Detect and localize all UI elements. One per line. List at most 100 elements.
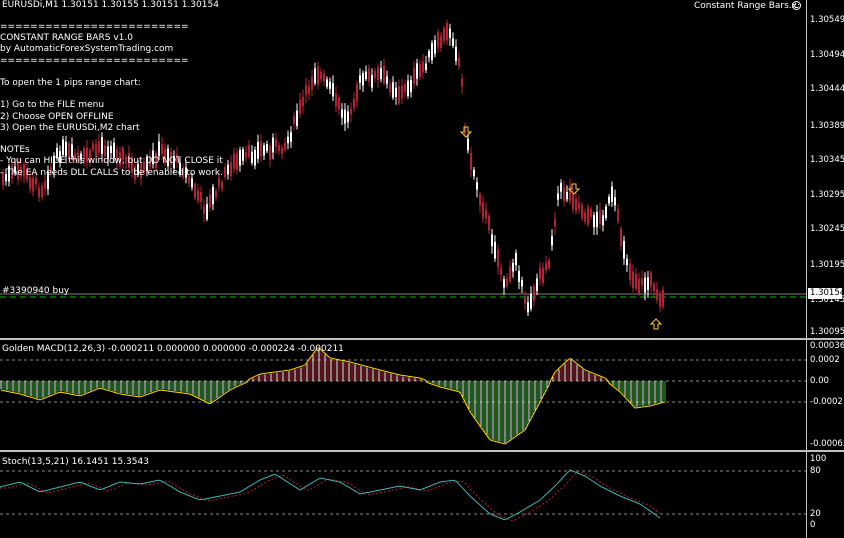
ea-panel-line: 3) Open the EURUSDi,M2 chart: [0, 122, 140, 133]
candle-body: [569, 185, 571, 202]
candle-body: [449, 28, 451, 38]
macd-tick-label: 0.00036: [810, 341, 844, 351]
candle-body: [659, 293, 661, 307]
candle-body: [254, 149, 256, 166]
ea-panel-line: 1) Go to the FILE menu: [0, 100, 105, 111]
candle-body: [323, 73, 325, 82]
candle-body: [377, 66, 379, 81]
candle-body: [356, 83, 358, 101]
candle-body: [278, 144, 280, 151]
main-chart-pane[interactable]: EURUSDi,M1 1.30151 1.30155 1.30151 1.301…: [0, 0, 806, 338]
candle-body: [92, 143, 94, 151]
candle-body: [374, 70, 376, 79]
candle-body: [284, 142, 286, 151]
candle-body: [656, 289, 658, 301]
candle-body: [542, 267, 544, 284]
candle-body: [218, 177, 220, 187]
current-price-badge: 1.30154: [808, 288, 844, 299]
up-arrow-icon: [649, 318, 663, 330]
candle-body: [584, 212, 586, 222]
candle-body: [419, 63, 421, 78]
candle-body: [539, 267, 541, 279]
candle-body: [242, 149, 244, 161]
candle-body: [158, 141, 160, 157]
price-tick-label: 1.30295: [810, 190, 844, 200]
candle-body: [461, 78, 463, 87]
candle-body: [587, 207, 589, 225]
candle-body: [245, 152, 247, 159]
stoch-pane[interactable]: Stoch(13,5,21) 16.1451 15.3543: [0, 452, 806, 538]
candle-body: [635, 273, 637, 289]
candle-body: [314, 68, 316, 84]
candle-body: [572, 194, 574, 210]
macd-tick-label: 0.0002: [810, 355, 840, 365]
candle-body: [509, 267, 511, 282]
candle-body: [236, 153, 238, 170]
candle-body: [320, 71, 322, 80]
candle-body: [110, 145, 112, 153]
candle-body: [497, 249, 499, 268]
ea-panel-line: =========================: [0, 55, 189, 66]
candle-body: [272, 137, 274, 153]
candle-body: [104, 145, 106, 157]
candle-body: [365, 71, 367, 80]
candle-body: [344, 109, 346, 124]
candle-body: [299, 99, 301, 114]
candle-body: [596, 211, 598, 228]
price-tick-label: 1.30345: [810, 155, 844, 165]
candle-body: [305, 85, 307, 95]
smiley-icon[interactable]: [792, 1, 801, 10]
candle-body: [35, 177, 37, 185]
candle-body: [395, 87, 397, 97]
candle-body: [431, 42, 433, 61]
candle-body: [290, 132, 292, 142]
candle-body: [416, 63, 418, 79]
macd-pane[interactable]: Golden MACD(12,26,3) -0.000211 0.000000 …: [0, 340, 806, 450]
macd-label: Golden MACD(12,26,3) -0.000211 0.000000 …: [2, 344, 344, 354]
candle-body: [440, 35, 442, 49]
candle-body: [530, 293, 532, 309]
candle-body: [161, 144, 163, 155]
candle-body: [275, 139, 277, 147]
candle-body: [545, 262, 547, 271]
candle-body: [443, 27, 445, 42]
price-tick-label: 1.30245: [810, 224, 844, 234]
candle-body: [287, 136, 289, 144]
macd-histogram[interactable]: [0, 340, 806, 450]
candle-body: [302, 96, 304, 106]
candle-body: [227, 164, 229, 175]
candle-body: [452, 38, 454, 46]
ea-panel-line: by AutomaticForexSystemTrading.com: [0, 44, 174, 55]
candle-body: [401, 85, 403, 99]
candle-body: [197, 189, 199, 202]
candle-body: [425, 63, 427, 71]
candle-body: [209, 194, 211, 208]
candle-body: [71, 144, 73, 157]
candle-body: [557, 193, 559, 200]
candle-body: [203, 206, 205, 215]
candle-body: [632, 271, 634, 289]
candle-body: [383, 65, 385, 84]
candle-body: [338, 97, 340, 110]
candle-body: [230, 161, 232, 176]
candle-body: [590, 208, 592, 217]
ea-panel-line: NOTEs: [0, 145, 30, 156]
candle-body: [260, 141, 262, 157]
candle-body: [620, 228, 622, 246]
candle-body: [434, 40, 436, 54]
price-tick-label: 1.30195: [810, 260, 844, 270]
candle-body: [575, 198, 577, 211]
price-tick-label: 1.30444: [810, 84, 844, 94]
candle-body: [581, 205, 583, 219]
order-label: #3390940 buy: [2, 286, 70, 296]
candle-body: [413, 67, 415, 84]
candle-body: [266, 144, 268, 152]
candle-body: [281, 147, 283, 154]
candle-body: [65, 141, 67, 157]
candle-body: [350, 108, 352, 115]
stoch-tick-label: 0: [810, 520, 816, 530]
candle-body: [326, 79, 328, 87]
candle-body: [341, 109, 343, 118]
stoch-tick-label: 80: [810, 466, 821, 476]
candle-body: [455, 46, 457, 61]
